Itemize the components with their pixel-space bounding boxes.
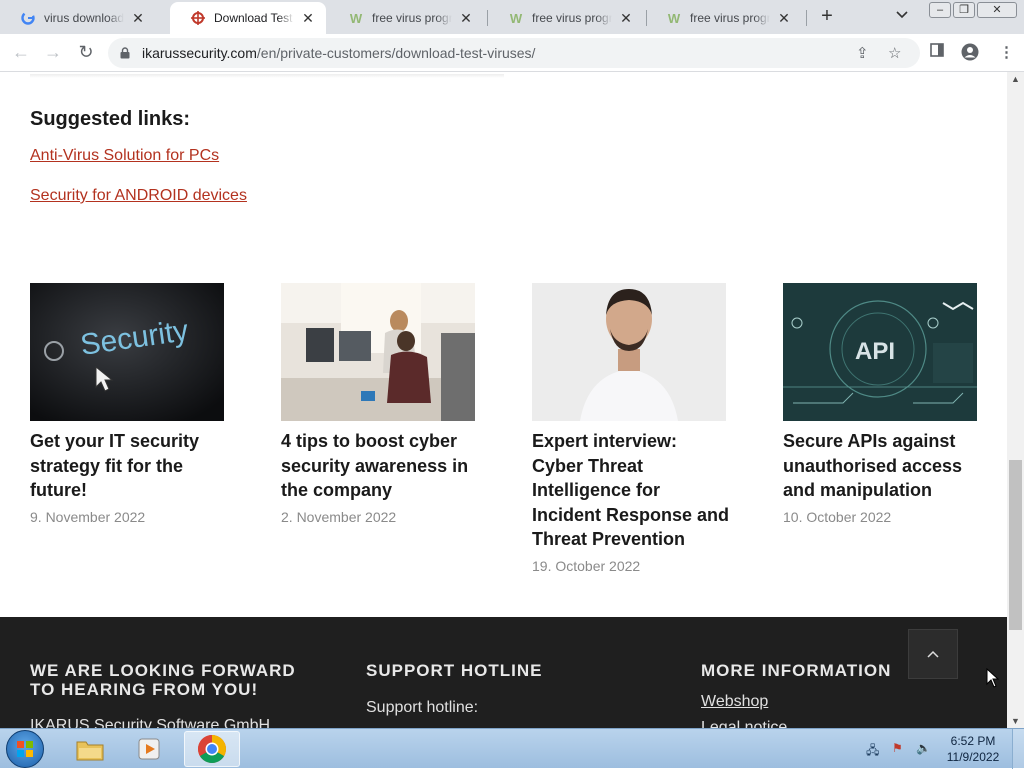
network-icon[interactable]: 🖧 — [866, 741, 879, 762]
page-content: Suggested links: Anti-Virus Solution for… — [0, 72, 1007, 728]
link-android-security[interactable]: Security for ANDROID devices — [30, 187, 247, 205]
url-text: ikarussecurity.com/en/private-customers/… — [142, 45, 536, 61]
media-player-icon — [138, 738, 160, 760]
share-icon[interactable]: ⇪ — [856, 44, 869, 62]
mouse-cursor-icon — [986, 668, 1000, 688]
bookmark-star-icon[interactable]: ☆ — [888, 44, 901, 62]
wikihow-icon: W — [349, 10, 363, 26]
vertical-scrollbar[interactable]: ▲ ▼ — [1007, 72, 1024, 728]
article-title[interactable]: Secure APIs against unauthorised access … — [783, 429, 983, 503]
folder-icon — [76, 741, 104, 761]
tab-separator — [806, 10, 807, 26]
clock-time: 6:52 PM — [950, 734, 996, 748]
footer: WE ARE LOOKING FORWARD TO HEARING FROM Y… — [0, 617, 1007, 728]
tab-free-virus-programs-3[interactable]: W free virus programs ✕ — [646, 2, 804, 34]
tab-free-virus-programs-2[interactable]: W free virus programs ✕ — [488, 2, 646, 34]
tab-download-test-viruses[interactable]: Download Test Viruses ✕ — [170, 2, 326, 34]
restore-button[interactable]: ❐ — [953, 2, 975, 18]
wikihow-icon: W — [667, 10, 681, 26]
article-title[interactable]: Expert interview: Cyber Threat Intellige… — [532, 429, 732, 552]
footer-more-info-heading: MORE INFORMATION — [701, 661, 892, 680]
profile-icon[interactable] — [961, 43, 979, 65]
footer-link-legal-notice[interactable]: Legal notice — [701, 719, 787, 728]
scrollbar-thumb[interactable] — [1009, 460, 1022, 630]
address-bar[interactable]: ikarussecurity.com/en/private-customers/… — [108, 38, 920, 68]
article-title[interactable]: Get your IT security strategy fit for th… — [30, 429, 230, 503]
close-icon[interactable]: ✕ — [776, 10, 792, 27]
divider — [30, 74, 504, 78]
back-arrow-icon[interactable]: ← — [10, 42, 32, 64]
article-date: 19. October 2022 — [532, 557, 641, 574]
tab-strip: virus download - Google Search ✕ Downloa… — [0, 0, 1024, 34]
footer-link-webshop[interactable]: Webshop — [701, 693, 768, 711]
article-image-office-workers[interactable] — [281, 283, 475, 421]
wikihow-icon: W — [509, 10, 523, 26]
scroll-to-top-button[interactable] — [908, 629, 958, 679]
link-antivirus-pcs[interactable]: Anti-Virus Solution for PCs — [30, 147, 219, 165]
taskbar-clock[interactable]: 6:52 PM 11/9/2022 — [940, 733, 1006, 765]
tab-google-search[interactable]: virus download - Google Search ✕ — [0, 2, 168, 34]
google-icon — [20, 10, 36, 26]
footer-hotline-heading: SUPPORT HOTLINE — [366, 661, 543, 680]
scroll-down-arrow-icon[interactable]: ▼ — [1007, 714, 1024, 728]
footer-company-name: IKARUS Security Software GmbH — [30, 717, 271, 728]
article-date: 2. November 2022 — [281, 508, 397, 525]
forward-arrow-icon[interactable]: → — [42, 42, 64, 64]
svg-text:API: API — [855, 338, 895, 365]
article-card[interactable]: Security Get your IT security strategy f… — [30, 283, 230, 525]
article-image-security-key[interactable]: Security — [30, 283, 224, 421]
volume-icon[interactable]: 🔈 — [916, 741, 931, 755]
window-close-button[interactable]: ✕ — [977, 2, 1017, 18]
close-icon[interactable]: ✕ — [618, 10, 634, 27]
menu-kebab-icon[interactable]: ⋮ — [999, 43, 1014, 61]
clock-date: 11/9/2022 — [946, 750, 1000, 764]
article-image-api-circuit[interactable]: API — [783, 283, 977, 421]
suggested-links-heading: Suggested links: — [30, 108, 191, 130]
windows-logo-icon — [17, 741, 33, 757]
chrome-icon — [198, 735, 226, 763]
start-button[interactable] — [6, 730, 44, 768]
article-card[interactable]: API Secure APIs against unauthorised acc… — [783, 283, 983, 525]
action-center-flag-icon[interactable]: ⚑ — [892, 741, 903, 755]
side-panel-icon[interactable] — [930, 43, 944, 61]
footer-hotline-text: Support hotline: — [366, 699, 479, 716]
article-card[interactable]: 4 tips to boost cyber security awareness… — [281, 283, 481, 525]
ikarus-icon — [190, 10, 206, 26]
article-date: 10. October 2022 — [783, 508, 892, 525]
reload-icon[interactable]: ↻ — [75, 42, 97, 64]
footer-contact-heading: WE ARE LOOKING FORWARD TO HEARING FROM Y… — [30, 661, 296, 699]
taskbar-media-player[interactable] — [122, 731, 178, 767]
close-icon[interactable]: ✕ — [130, 10, 146, 27]
article-title[interactable]: 4 tips to boost cyber security awareness… — [281, 429, 481, 503]
close-icon[interactable]: ✕ — [458, 10, 474, 27]
article-date: 9. November 2022 — [30, 508, 146, 525]
tab-free-virus-programs-1[interactable]: W free virus programs ✕ — [328, 2, 486, 34]
new-tab-button[interactable]: + — [816, 6, 838, 28]
chevron-up-icon — [927, 650, 939, 658]
minimize-button[interactable]: – — [929, 2, 951, 18]
article-card[interactable]: Expert interview: Cyber Threat Intellige… — [532, 283, 732, 574]
taskbar-file-explorer[interactable] — [62, 731, 118, 767]
article-image-expert-portrait[interactable] — [532, 283, 726, 421]
lock-icon — [120, 46, 130, 59]
tab-search-chevron-icon[interactable] — [896, 8, 908, 22]
taskbar-chrome[interactable] — [184, 731, 240, 767]
close-icon[interactable]: ✕ — [300, 10, 316, 27]
windows-taskbar: 🖧 ⚑ 🔈 6:52 PM 11/9/2022 — [0, 728, 1024, 769]
show-desktop-button[interactable] — [1012, 729, 1024, 769]
browser-toolbar: ← → ↻ ikarussecurity.com/en/private-cust… — [0, 34, 1024, 72]
scroll-up-arrow-icon[interactable]: ▲ — [1007, 72, 1024, 86]
